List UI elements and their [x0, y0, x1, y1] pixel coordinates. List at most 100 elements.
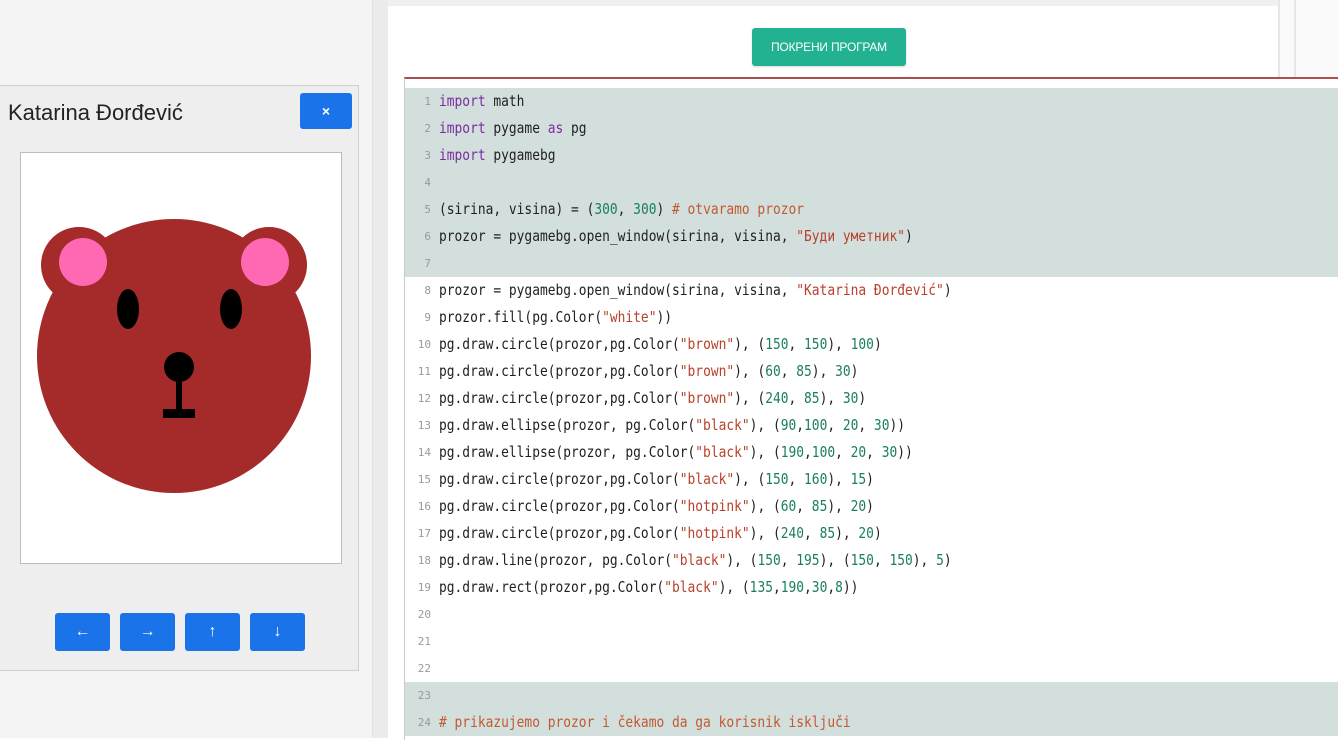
code-token: ), (	[734, 362, 766, 380]
arrow-down-button[interactable]: ↓	[250, 613, 305, 651]
arrow-right-button[interactable]: →	[120, 613, 175, 651]
code-token: 150	[889, 551, 913, 569]
code-line[interactable]: 24 # prikazujemo prozor i čekamo da ga ko…	[405, 709, 1338, 736]
code-token: 30	[873, 416, 890, 434]
code-line[interactable]: 9 prozor.fill(pg.Color("white"))	[405, 304, 1338, 331]
code-token: 15	[850, 470, 867, 488]
code-token: ,	[788, 470, 805, 488]
code-line[interactable]: 6 prozor = pygamebg.open_window(sirina, v…	[405, 223, 1338, 250]
bear-left-ear-inner	[59, 238, 107, 286]
code-line[interactable]: 20	[405, 601, 1338, 628]
output-window: Katarina Đorđević × ← → ↑ ↓	[0, 85, 359, 671]
pane-divider[interactable]	[372, 0, 389, 738]
code-token: ,	[858, 416, 874, 434]
code-token: ),	[811, 362, 836, 380]
code-line[interactable]: 21	[405, 628, 1338, 655]
code-token: pg	[563, 119, 587, 137]
code-token: # otvaramo prozor	[672, 200, 805, 218]
code-text: pg.draw.circle(prozor,pg.Color("brown"),…	[439, 385, 866, 412]
code-token: "black"	[695, 416, 750, 434]
code-line[interactable]: 18 pg.draw.line(prozor, pg.Color("black")…	[405, 547, 1338, 574]
code-token: ,	[780, 362, 797, 380]
code-token: as	[547, 119, 564, 137]
line-number: 20	[417, 608, 431, 621]
code-token: )	[873, 335, 882, 353]
code-line[interactable]: 4	[405, 169, 1338, 196]
code-token: ), (	[819, 551, 851, 569]
code-editor[interactable]: 1 import math 2 import pygame as pg 3 import …	[404, 77, 1338, 740]
arrow-left-button[interactable]: ←	[55, 613, 110, 651]
code-text: pg.draw.ellipse(prozor, pg.Color("black"…	[439, 439, 913, 466]
code-line[interactable]: 8 prozor = pygamebg.open_window(sirina, v…	[405, 277, 1338, 304]
code-line[interactable]: 12 pg.draw.circle(prozor,pg.Color("brown"…	[405, 385, 1338, 412]
code-line[interactable]: 5 (sirina, visina) = (300, 300) # otvaram…	[405, 196, 1338, 223]
code-text: pg.draw.circle(prozor,pg.Color("hotpink"…	[439, 520, 882, 547]
code-token: 30	[842, 389, 859, 407]
code-line[interactable]: 1 import math	[405, 88, 1338, 115]
code-token: 190	[780, 578, 805, 596]
code-token: 85	[804, 389, 820, 407]
bear-left-eye	[117, 289, 139, 329]
arrow-up-button[interactable]: ↑	[185, 613, 240, 651]
code-token: 300	[633, 200, 657, 218]
code-token: prozor = pygamebg.open_window(sirina, vi…	[439, 281, 797, 299]
code-line[interactable]: 22	[405, 655, 1338, 682]
code-line[interactable]: 11 pg.draw.circle(prozor,pg.Color("brown"…	[405, 358, 1338, 385]
close-window-button[interactable]: ×	[300, 93, 352, 129]
code-line[interactable]: 3 import pygamebg	[405, 142, 1338, 169]
run-program-button[interactable]: ПОКРЕНИ ПРОГРАМ	[752, 28, 906, 66]
code-token: 20	[850, 443, 867, 461]
code-token: 85	[819, 524, 836, 542]
arrow-down-icon: ↓	[273, 623, 282, 640]
code-text: pg.draw.line(prozor, pg.Color("black"), …	[439, 547, 952, 574]
line-number: 22	[417, 662, 431, 675]
code-token: 8	[835, 578, 843, 596]
code-line[interactable]: 17 pg.draw.circle(prozor,pg.Color("hotpin…	[405, 520, 1338, 547]
code-token: pg.draw.circle(prozor,pg.Color(	[439, 497, 680, 515]
code-token: prozor = pygamebg.open_window(sirina, vi…	[439, 227, 797, 245]
code-token: 20	[842, 416, 859, 434]
code-token: ,	[827, 416, 843, 434]
line-number: 16	[417, 500, 431, 513]
code-token: ), (	[749, 524, 781, 542]
code-line[interactable]: 14 pg.draw.ellipse(prozor, pg.Color("blac…	[405, 439, 1338, 466]
arrow-up-icon: ↑	[208, 623, 217, 640]
line-number: 15	[417, 473, 431, 486]
code-token: # prikazujemo prozor i čekamo da ga kori…	[439, 713, 851, 731]
window-title: Katarina Đorđević	[8, 100, 183, 125]
code-token: ))	[897, 443, 913, 461]
code-token: ,	[804, 578, 812, 596]
code-line[interactable]: 2 import pygame as pg	[405, 115, 1338, 142]
code-token: import	[439, 146, 486, 164]
line-number: 4	[424, 176, 431, 189]
line-number: 7	[424, 257, 431, 270]
code-token: ,	[788, 389, 805, 407]
code-token: "hotpink"	[679, 497, 750, 515]
code-token: "Katarina Đorđević"	[796, 281, 944, 299]
code-token: ,	[866, 443, 882, 461]
code-token: 20	[850, 497, 867, 515]
line-number: 9	[424, 311, 431, 324]
top-strip	[388, 0, 1338, 6]
code-token: 30	[811, 578, 828, 596]
code-line[interactable]: 15 pg.draw.circle(prozor,pg.Color("black"…	[405, 466, 1338, 493]
code-text: pg.draw.rect(prozor,pg.Color("black"), (…	[439, 574, 858, 601]
code-line[interactable]: 13 pg.draw.ellipse(prozor, pg.Color("blac…	[405, 412, 1338, 439]
code-line[interactable]: 10 pg.draw.circle(prozor,pg.Color("brown"…	[405, 331, 1338, 358]
code-token: pygame	[485, 119, 548, 137]
code-line[interactable]: 23	[405, 682, 1338, 709]
code-line[interactable]: 16 pg.draw.circle(prozor,pg.Color("hotpin…	[405, 493, 1338, 520]
code-text: pg.draw.circle(prozor,pg.Color("brown"),…	[439, 331, 882, 358]
bear-mouth-line	[176, 367, 182, 411]
code-token: )	[873, 524, 882, 542]
code-token: ), (	[749, 443, 781, 461]
code-line[interactable]: 7	[405, 250, 1338, 277]
code-text: prozor.fill(pg.Color("white"))	[439, 304, 672, 331]
code-text: prozor = pygamebg.open_window(sirina, vi…	[439, 223, 913, 250]
code-token: ), (	[734, 470, 766, 488]
code-token: math	[485, 92, 525, 110]
code-token: )	[904, 227, 913, 245]
code-token: 100	[811, 443, 836, 461]
code-token: "black"	[672, 551, 727, 569]
code-line[interactable]: 19 pg.draw.rect(prozor,pg.Color("black"),…	[405, 574, 1338, 601]
